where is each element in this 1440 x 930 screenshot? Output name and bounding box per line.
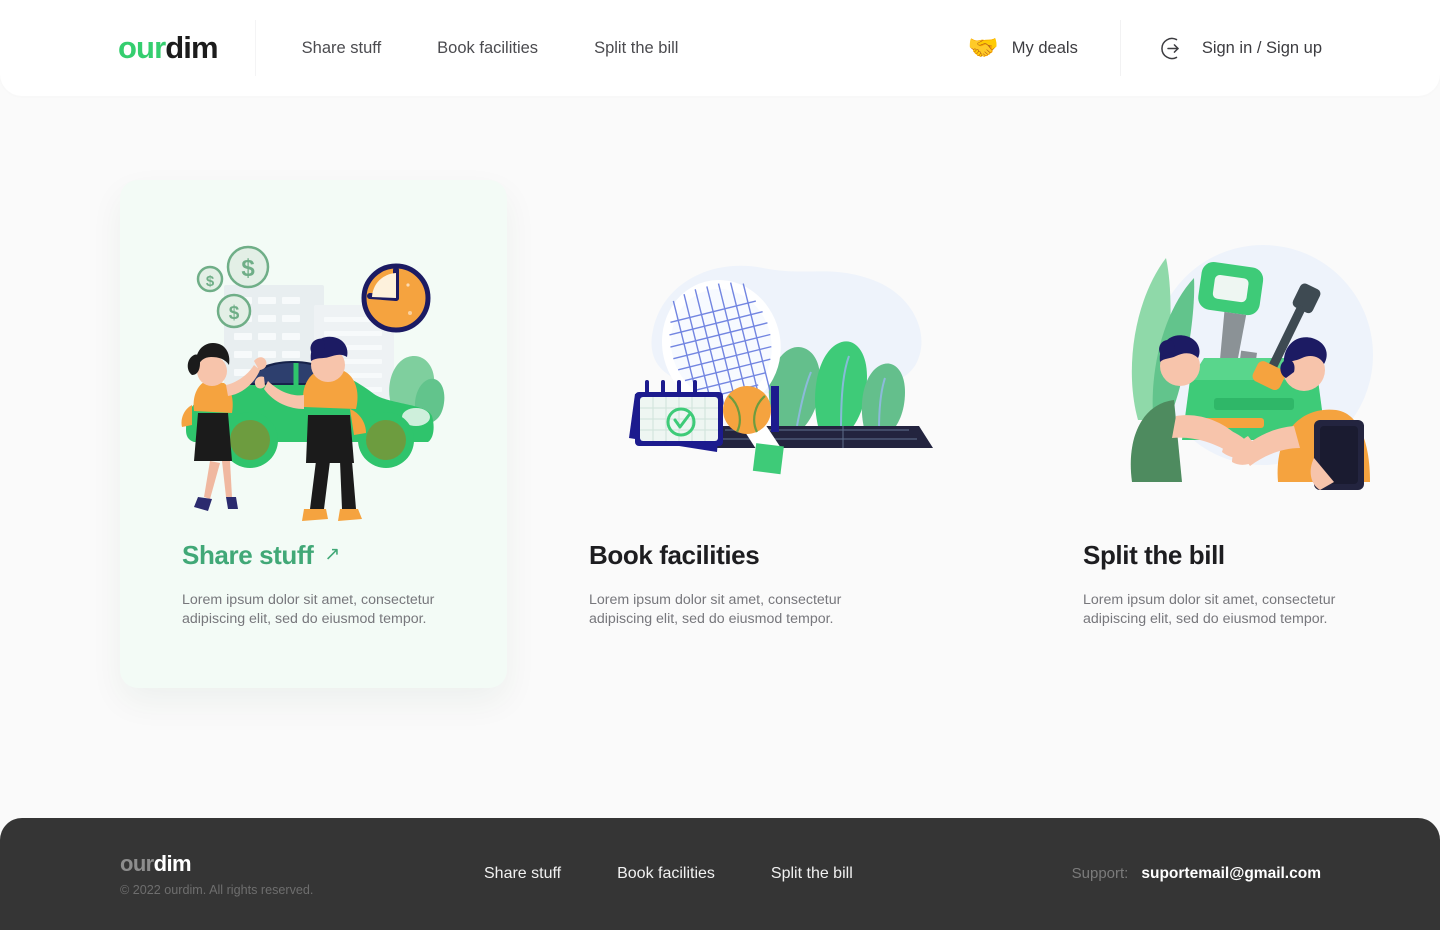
card-body: Book facilities Lorem ipsum dolor sit am… [584,540,971,628]
card-description: Lorem ipsum dolor sit amet, consectetur … [589,592,842,627]
support-label: Support: [1071,865,1129,882]
card-title-share-stuff[interactable]: Share stuff ↗ [182,540,445,571]
header-divider [254,20,256,76]
card-description: Lorem ipsum dolor sit amet, consectetur … [1083,592,1336,627]
footer-brand: ourdim © 2022 ourdim. All rights reserve… [120,851,450,897]
support-email-link[interactable]: suportemail@gmail.com [1141,865,1321,883]
site-footer: ourdim © 2022 ourdim. All rights reserve… [0,818,1440,930]
logo-part-dim: dim [165,30,218,65]
card-split-the-bill[interactable]: Split the bill Lorem ipsum dolor sit ame… [1078,180,1418,688]
card-title-split-the-bill[interactable]: Split the bill [1083,540,1418,571]
arrow-up-right-icon: ↗ [324,544,340,565]
logo-part-our: our [118,30,166,65]
login-circle-icon [1161,36,1186,61]
site-header: ourdim Share stuff Book facilities Split… [0,0,1440,96]
my-deals-label: My deals [1011,38,1078,57]
copyright-text: © 2022 ourdim. All rights reserved. [120,883,314,898]
footer-support: Support: suportemail@gmail.com [1072,865,1321,883]
footer-logo[interactable]: ourdim [120,851,450,877]
handshake-key-illustration [1078,180,1418,540]
logo[interactable]: ourdim [118,30,219,66]
footer-logo-part-our: our [120,850,154,876]
card-body: Share stuff ↗ Lorem ipsum dolor sit amet… [120,540,507,628]
card-book-facilities[interactable]: Book facilities Lorem ipsum dolor sit am… [584,180,971,688]
header-nav: Share stuff Book facilities Split the bi… [302,31,735,66]
card-share-stuff[interactable]: $ $ $ Share stuff ↗ Lorem ipsum dolor si… [120,180,507,689]
svg-text:$: $ [228,303,239,324]
header-actions: 🤝 My deals Sign in / Sign up [942,14,1440,82]
footer-nav: Share stuff Book facilities Split the bi… [484,865,909,883]
svg-text:$: $ [241,255,255,282]
card-description: Lorem ipsum dolor sit amet, consectetur … [182,592,435,627]
card-title-text: Book facilities [589,540,760,570]
feature-cards: $ $ $ Share stuff ↗ Lorem ipsum dolor si… [0,180,1440,689]
nav-item-book-facilities[interactable]: Book facilities [437,31,538,66]
sign-in-button[interactable]: Sign in / Sign up [1121,14,1440,82]
card-body: Split the bill Lorem ipsum dolor sit ame… [1078,540,1418,628]
handshake-icon: 🤝 [967,33,999,62]
car-sharing-illustration: $ $ $ [120,180,507,540]
card-title-text: Split the bill [1083,540,1225,570]
footer-logo-part-dim: dim [153,850,192,876]
my-deals-button[interactable]: 🤝 My deals [942,14,1120,82]
sign-in-label: Sign in / Sign up [1201,38,1322,57]
nav-item-split-the-bill[interactable]: Split the bill [594,31,678,66]
svg-text:$: $ [205,273,214,290]
footer-link-split-the-bill[interactable]: Split the bill [771,865,853,883]
card-title-text: Share stuff [182,540,314,570]
tennis-court-calendar-illustration [584,180,971,540]
footer-link-share-stuff[interactable]: Share stuff [484,865,561,883]
card-title-book-facilities[interactable]: Book facilities [589,540,971,571]
footer-link-book-facilities[interactable]: Book facilities [617,865,715,883]
nav-item-share-stuff[interactable]: Share stuff [302,31,382,66]
